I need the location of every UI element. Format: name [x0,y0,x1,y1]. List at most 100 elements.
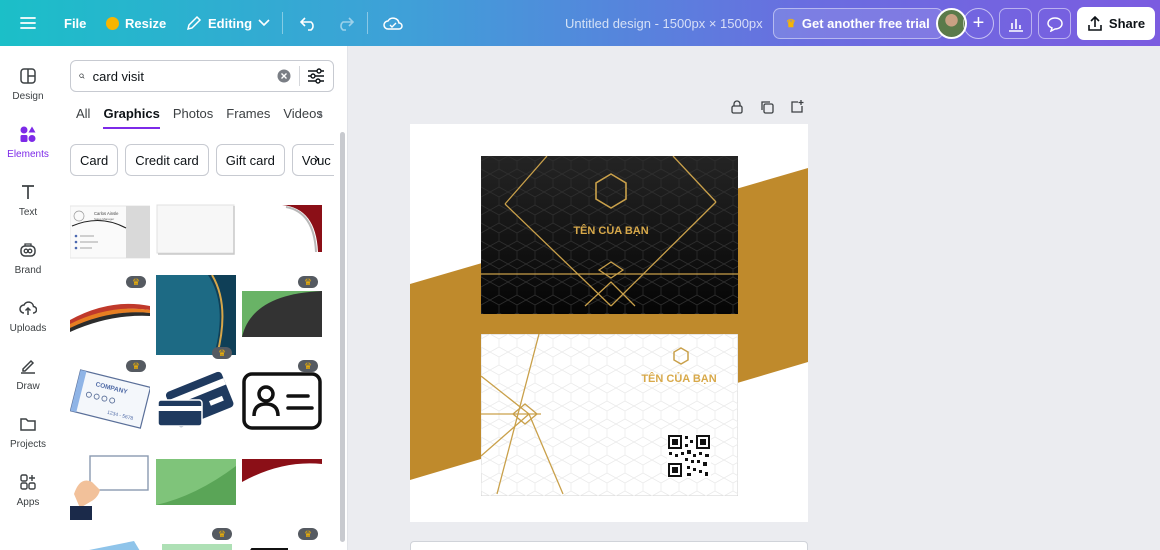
graphic-tile-hand-holding-card[interactable] [70,446,150,526]
graphic-tile-green-dark-card[interactable]: ♛ [242,288,322,372]
tab-all[interactable]: All [76,106,90,129]
folder-icon [20,417,36,431]
undo-button[interactable] [292,7,326,39]
chip-gift-card[interactable]: Gift card [215,144,285,176]
page-tools [730,100,804,119]
graphic-tile-company-card-illustration[interactable]: COMPANY 1234 - 5678 [69,366,152,446]
rail-label: Text [18,206,38,218]
add-collaborator-button[interactable]: + [963,8,994,39]
green-card-graphic [156,459,236,505]
lock-page-button[interactable] [730,100,744,119]
redo-button[interactable] [328,7,362,39]
tab-photos[interactable]: Photos [173,106,213,129]
add-page-button[interactable] [790,100,804,119]
chip-credit-card[interactable]: Credit card [125,144,209,176]
green-dark-card-graphic [242,291,322,337]
tile-name-text: Carlos Ainsle [94,211,119,216]
editing-mode-button[interactable]: Editing [178,7,278,39]
chips-next-button[interactable]: › [314,150,319,168]
file-menu-button[interactable]: File [56,7,94,39]
graphic-tile-red-wave-card[interactable]: ♛ [242,456,322,540]
cloud-upload-icon [19,300,37,315]
pencil-icon [186,15,202,31]
graphic-tile-teal-gold-card[interactable]: ♛ [156,274,236,359]
partial-graphic [89,541,140,550]
tab-frames[interactable]: Frames [226,106,270,129]
pen-icon [21,359,35,374]
graphic-tile-id-card-icon[interactable] [242,366,322,446]
rail-item-brand[interactable]: Brand [0,232,56,284]
graphic-tile-partial[interactable] [84,538,140,550]
redo-icon [340,17,354,31]
clear-search-button[interactable] [277,69,291,83]
top-toolbar: File Resize Editing Untitled design - 15… [0,0,1160,46]
crown-icon: ♛ [217,347,227,358]
bar-chart-icon [1008,18,1023,32]
id-card-graphic [242,372,322,430]
share-label: Share [1108,16,1146,31]
business-card-back[interactable]: TÊN CỦA BẠN [480,333,739,497]
hamburger-icon [20,17,36,29]
crown-icon: ♛ [303,528,313,539]
search-box [70,60,334,92]
rail-label: Apps [16,496,40,508]
hand-card-graphic [70,455,149,520]
graphic-tile-credit-cards-icon[interactable] [156,366,236,446]
graphic-tile-wave-stripes[interactable]: ♛ [70,288,150,372]
premium-badge: ♛ [126,276,146,288]
graphic-tile-business-card-white[interactable]: Carlos Ainsle Sales Manager ♛ [69,204,151,288]
company-card-graphic: COMPANY 1234 - 5678 [69,369,152,429]
resize-label: Resize [125,15,167,31]
duplicate-page-button[interactable] [760,100,774,119]
graphic-tile-partial[interactable] [162,544,232,550]
resize-button[interactable]: Resize [98,7,174,39]
premium-badge: ♛ [212,528,232,540]
menu-button[interactable] [12,7,44,39]
rail-item-uploads[interactable]: Uploads [0,290,56,342]
share-button[interactable]: Share [1077,7,1155,40]
rail-label: Design [12,90,44,102]
design-title[interactable]: Untitled design - 1500px × 1500px [565,16,763,31]
comments-button[interactable] [1038,8,1071,39]
business-card-front[interactable]: TÊN CỦA BẠN [481,155,738,314]
card-front-name-text: TÊN CỦA BẠN [573,224,648,237]
red-wave-card-graphic [242,459,322,505]
search-input[interactable] [92,68,269,84]
white-card-graphic: TÊN CỦA BẠN [480,333,739,497]
rail-label: Elements [7,148,49,160]
chevron-right-icon: › [318,105,323,121]
cloud-check-icon [383,17,403,30]
design-canvas-page[interactable]: TÊN CỦA BẠN TÊN CỦA BẠN [410,124,808,522]
wave-stripes-graphic [70,303,150,332]
premium-badge: ♛ [298,528,318,540]
chip-card[interactable]: Card [70,144,119,176]
cloud-save-button[interactable] [375,7,411,39]
close-circle-icon [277,69,291,83]
rail-item-design[interactable]: Design [0,58,56,110]
undo-icon [300,17,314,31]
graphic-tile-blank-card[interactable]: ♛ [156,204,236,288]
tab-graphics[interactable]: Graphics [103,106,160,129]
editing-label: Editing [208,15,253,31]
rail-item-draw[interactable]: Draw [0,348,56,400]
filter-button[interactable] [307,68,325,84]
graphic-tile-partial[interactable] [248,542,308,550]
graphic-tile-green-card[interactable]: ♛ [156,456,236,540]
tabs-next-button[interactable]: › [318,105,323,121]
copy-icon [761,101,774,114]
panel-scrollbar[interactable] [340,132,345,542]
next-page-placeholder[interactable] [410,541,808,550]
blank-card-graphic [156,204,235,255]
rail-item-text[interactable]: Text [0,174,56,226]
rail-item-apps[interactable]: Apps [0,464,56,516]
chip-voucher[interactable]: Vouc [291,144,334,176]
free-trial-button[interactable]: ♛ Get another free trial [773,8,943,39]
rail-item-elements[interactable]: Elements [0,116,56,168]
plus-icon: + [972,12,985,34]
insights-button[interactable] [999,8,1032,39]
teal-card-graphic [156,274,236,356]
graphic-tile-red-curve-card[interactable]: ♛ [242,204,322,288]
rail-item-projects[interactable]: Projects [0,406,56,458]
premium-badge: ♛ [212,347,232,359]
tab-videos[interactable]: Videos [283,106,323,129]
